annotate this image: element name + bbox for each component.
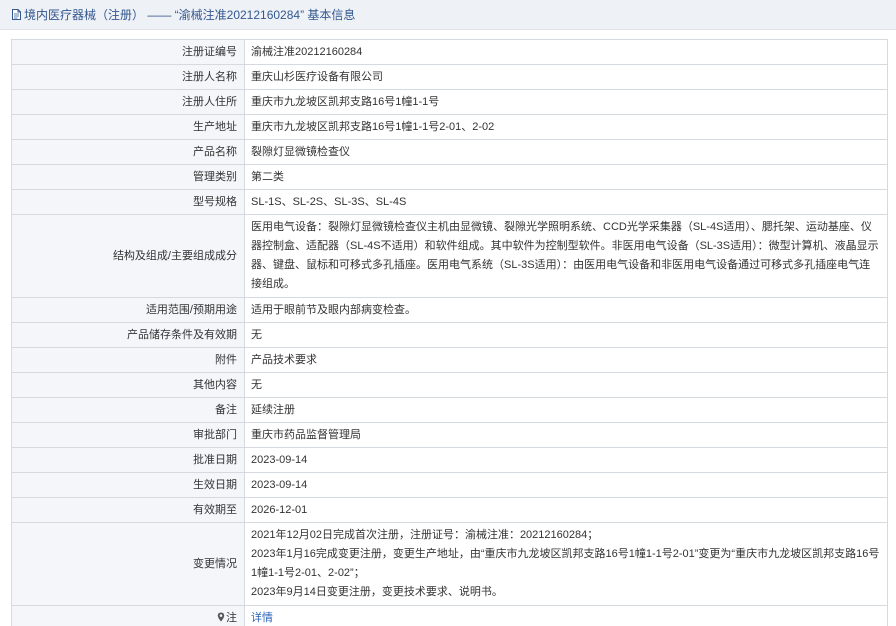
row-label: 审批部门 [11,422,245,448]
change-history-value: 2021年12月02日完成首次注册，注册证号：渝械注准：20212160284；… [244,522,888,606]
table-row: 注册人住所 重庆市九龙坡区凯邦支路16号1幢1-1号 [11,89,888,115]
table-row: 产品储存条件及有效期无 [11,322,888,348]
table-row: 审批部门 重庆市药品监督管理局 [11,422,888,448]
pin-icon [217,612,225,621]
row-value: 适用于眼前节及眼内部病变检查。 [244,297,888,323]
table-row: 注册人名称 重庆山杉医疗设备有限公司 [11,64,888,90]
row-value: 2026-12-01 [244,497,888,523]
table-row: 其他内容无 [11,372,888,398]
page-title: 境内医疗器械（注册） —— “渝械注准20212160284” 基本信息 [24,8,356,22]
row-value: 第二类 [244,164,888,190]
table-row: 有效期至 2026-12-01 [11,497,888,523]
row-value: 重庆市药品监督管理局 [244,422,888,448]
row-label: 生效日期 [11,472,245,498]
row-value: 无 [244,372,888,398]
note-label-cell: 注 [11,605,245,626]
row-label: 注册人名称 [11,64,245,90]
table-row: 产品名称 裂隙灯显微镜检查仪 [11,139,888,165]
change-history-line: 2023年9月14日变更注册，变更技术要求、说明书。 [251,586,503,598]
note-value: 详情 [244,605,888,626]
row-label: 型号规格 [11,189,245,215]
row-value: SL-1S、SL-2S、SL-3S、SL-4S [244,189,888,215]
row-value: 2023-09-14 [244,447,888,473]
row-label: 有效期至 [11,497,245,523]
row-value: 2023-09-14 [244,472,888,498]
header-bar: 境内医疗器械（注册） —— “渝械注准20212160284” 基本信息 [0,0,896,30]
table-row: 注册证编号 渝械注准20212160284 [11,39,888,65]
row-label: 其他内容 [11,372,245,398]
row-value: 裂隙灯显微镜检查仪 [244,139,888,165]
row-label: 产品名称 [11,139,245,165]
row-label: 适用范围/预期用途 [11,297,245,323]
table-row: 适用范围/预期用途 适用于眼前节及眼内部病变检查。 [11,297,888,323]
row-value: 无 [244,322,888,348]
row-label: 附件 [11,347,245,373]
page: 境内医疗器械（注册） —— “渝械注准20212160284” 基本信息 注册证… [0,0,896,626]
row-label: 备注 [11,397,245,423]
table-row: 管理类别 第二类 [11,164,888,190]
table-row: 备注 延续注册 [11,397,888,423]
row-label: 生产地址 [11,114,245,140]
table-row: 生效日期 2023-09-14 [11,472,888,498]
row-label: 批准日期 [11,447,245,473]
table-row: 批准日期 2023-09-14 [11,447,888,473]
details-link[interactable]: 详情 [251,612,273,624]
row-value: 重庆市九龙坡区凯邦支路16号1幢1-1号2-01、2-02 [244,114,888,140]
row-label: 注册证编号 [11,39,245,65]
table-row: 附件 产品技术要求 [11,347,888,373]
row-label: 结构及组成/主要组成成分 [11,214,245,298]
table-row: 生产地址 重庆市九龙坡区凯邦支路16号1幢1-1号2-01、2-02 [11,114,888,140]
change-history-line: 2023年1月16完成变更注册，变更生产地址，由“重庆市九龙坡区凯邦支路16号1… [251,548,880,579]
detail-table: 注册证编号 渝械注准20212160284 注册人名称 重庆山杉医疗设备有限公司 注册人… [11,39,888,626]
change-history-line: 2021年12月02日完成首次注册，注册证号：渝械注准：20212160284； [251,529,599,541]
row-label: 注册人住所 [11,89,245,115]
row-label: 管理类别 [11,164,245,190]
document-icon [12,9,21,20]
row-value: 产品技术要求 [244,347,888,373]
table-row-change-history: 变更情况 2021年12月02日完成首次注册，注册证号：渝械注准：20212160… [11,522,888,606]
table-row: 结构及组成/主要组成成分 医用电气设备：裂隙灯显微镜检查仪主机由显微镜、裂隙光学照… [11,214,888,298]
table-row-note: 注 详情 [11,605,888,626]
table-row: 型号规格 SL-1S、SL-2S、SL-3S、SL-4S [11,189,888,215]
row-label: 产品储存条件及有效期 [11,322,245,348]
row-value: 重庆市九龙坡区凯邦支路16号1幢1-1号 [244,89,888,115]
note-label: 注 [226,611,237,624]
row-value: 医用电气设备：裂隙灯显微镜检查仪主机由显微镜、裂隙光学照明系统、CCD光学采集器… [244,214,888,298]
row-value: 延续注册 [244,397,888,423]
row-value: 重庆山杉医疗设备有限公司 [244,64,888,90]
row-label: 变更情况 [11,522,245,606]
row-value: 渝械注准20212160284 [244,39,888,65]
